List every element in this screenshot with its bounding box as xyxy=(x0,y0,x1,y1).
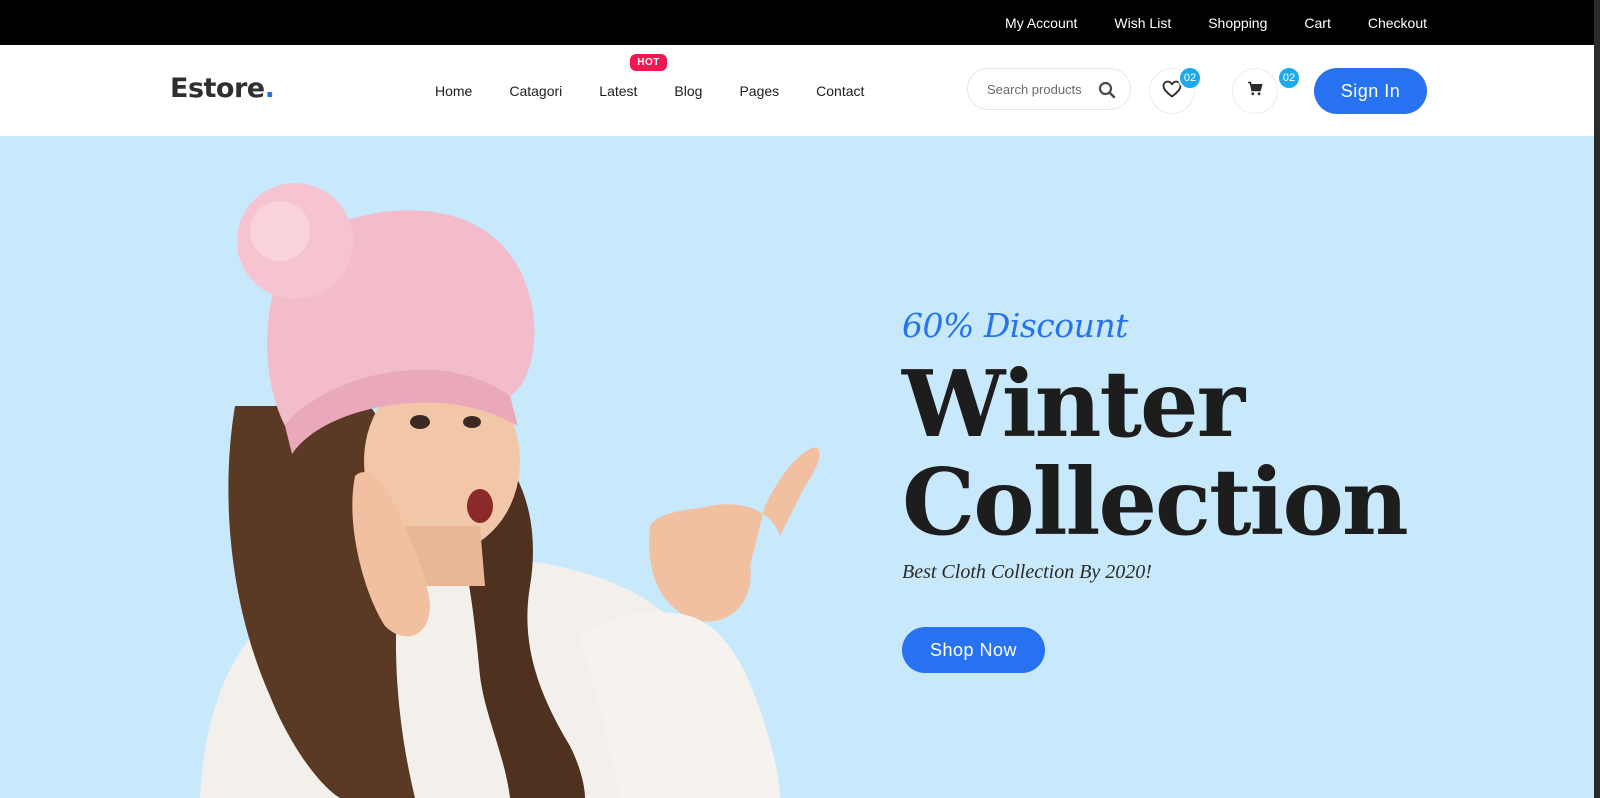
nav-contact[interactable]: Contact xyxy=(816,83,864,99)
top-utility-bar: My Account Wish List Shopping Cart Check… xyxy=(0,0,1600,45)
nav-latest[interactable]: Latest HOT xyxy=(599,53,667,99)
shopping-link[interactable]: Shopping xyxy=(1208,15,1267,31)
nav-catagori[interactable]: Catagori xyxy=(509,83,562,99)
hero-model-image xyxy=(200,183,820,798)
cart-count-badge: 02 xyxy=(1277,66,1301,90)
search-box xyxy=(967,68,1131,110)
main-nav: Home Catagori Latest HOT Blog Pages Conta… xyxy=(435,45,901,136)
hero-title: Winter Collection xyxy=(902,350,1409,556)
cart-icon xyxy=(1247,81,1263,101)
search-input[interactable] xyxy=(987,81,1097,97)
nav-blog[interactable]: Blog xyxy=(674,83,702,99)
hero-subtitle: Best Cloth Collection By 2020! xyxy=(902,561,1152,583)
nav-home[interactable]: Home xyxy=(435,83,472,99)
hero-banner: 60% Discount Winter Collection Best Clot… xyxy=(0,136,1600,798)
page-scrollbar[interactable] xyxy=(1594,0,1600,798)
cart-link[interactable]: Cart xyxy=(1304,15,1330,31)
logo-dot: . xyxy=(264,73,275,104)
shop-now-button[interactable]: Shop Now xyxy=(902,627,1045,673)
search-icon[interactable] xyxy=(1098,81,1116,99)
hot-badge: HOT xyxy=(630,53,667,71)
my-account-link[interactable]: My Account xyxy=(1005,15,1077,31)
hero-text: 60% Discount Winter Collection Best Clot… xyxy=(902,306,1409,673)
wishlist-count-badge: 02 xyxy=(1178,66,1202,90)
logo[interactable]: Estore. xyxy=(170,73,275,104)
wish-list-link[interactable]: Wish List xyxy=(1114,15,1171,31)
logo-text: Estore xyxy=(170,73,265,104)
page: My Account Wish List Shopping Cart Check… xyxy=(0,0,1600,798)
main-header: Estore. Home Catagori Latest HOT Blog Pag… xyxy=(0,45,1600,136)
discount-label: 60% Discount xyxy=(902,306,1128,345)
hero-title-line-2: Collection xyxy=(902,448,1409,556)
checkout-link[interactable]: Checkout xyxy=(1368,15,1427,31)
nav-latest-label: Latest xyxy=(599,82,638,99)
hero-title-line-1: Winter xyxy=(902,350,1245,458)
topbar-links: My Account Wish List Shopping Cart Check… xyxy=(1005,0,1427,45)
nav-pages[interactable]: Pages xyxy=(739,83,779,99)
sign-in-button[interactable]: Sign In xyxy=(1314,68,1427,114)
cart-button[interactable] xyxy=(1232,68,1278,114)
